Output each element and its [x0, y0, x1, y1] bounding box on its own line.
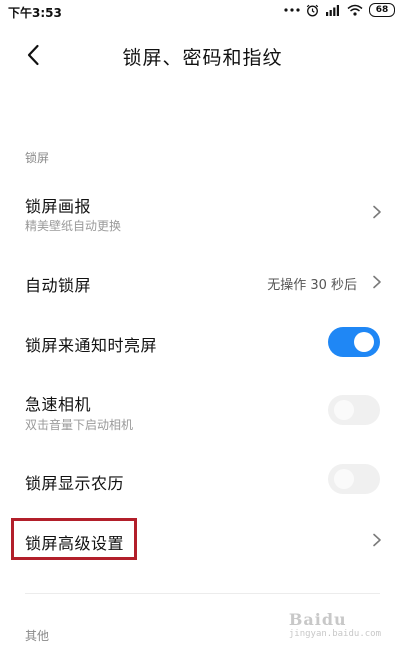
- section-label-lock-screen: 锁屏: [25, 151, 50, 165]
- row-wake-on-notification[interactable]: 锁屏来通知时亮屏: [0, 318, 405, 366]
- chevron-right-icon: [373, 205, 381, 219]
- toggle-wake-on-notification[interactable]: [328, 327, 380, 357]
- annotation-highlight-box: [11, 518, 137, 560]
- row-lunar-calendar[interactable]: 锁屏显示农历: [0, 456, 405, 504]
- alarm-icon: [306, 4, 319, 16]
- status-time: 下午3:53: [8, 6, 62, 20]
- row-quick-camera[interactable]: 急速相机 双击音量下启动相机: [0, 381, 405, 441]
- row-lock-screen-wallpaper[interactable]: 锁屏画报 精美壁纸自动更换: [0, 180, 405, 244]
- toggle-knob: [334, 400, 354, 420]
- chevron-right-icon: [373, 533, 381, 547]
- section-divider: [25, 593, 380, 594]
- header: 锁屏、密码和指纹: [0, 28, 405, 84]
- toggle-knob: [354, 332, 374, 352]
- watermark-brand: Baidu: [288, 610, 347, 629]
- watermark-sub: jingyan.baidu.com: [288, 629, 381, 639]
- row-subtitle: 双击音量下启动相机: [25, 418, 134, 432]
- battery-icon: 68: [369, 3, 395, 17]
- watermark-logo: Baidu jingyan.baidu.com: [289, 610, 381, 639]
- status-icons: 68: [284, 3, 395, 17]
- status-bar: 下午3:53 68: [0, 0, 405, 22]
- toggle-quick-camera[interactable]: [328, 395, 380, 425]
- page-title: 锁屏、密码和指纹: [122, 47, 283, 69]
- toggle-lunar-calendar[interactable]: [328, 464, 380, 494]
- row-title: 自动锁屏: [25, 276, 92, 295]
- wifi-icon: [347, 4, 363, 16]
- row-title: 锁屏来通知时亮屏: [25, 336, 158, 355]
- more-dots-icon: [284, 8, 300, 12]
- chevron-right-icon: [373, 275, 381, 289]
- row-value: 无操作 30 秒后: [267, 278, 357, 293]
- row-subtitle: 精美壁纸自动更换: [25, 219, 122, 233]
- toggle-knob: [334, 469, 354, 489]
- row-title: 急速相机: [25, 395, 92, 414]
- row-title: 锁屏显示农历: [25, 474, 125, 493]
- section-label-other: 其他: [25, 629, 50, 643]
- signal-icon: [326, 5, 339, 16]
- row-auto-lock[interactable]: 自动锁屏 无操作 30 秒后: [0, 258, 405, 306]
- row-title: 锁屏画报: [25, 197, 92, 216]
